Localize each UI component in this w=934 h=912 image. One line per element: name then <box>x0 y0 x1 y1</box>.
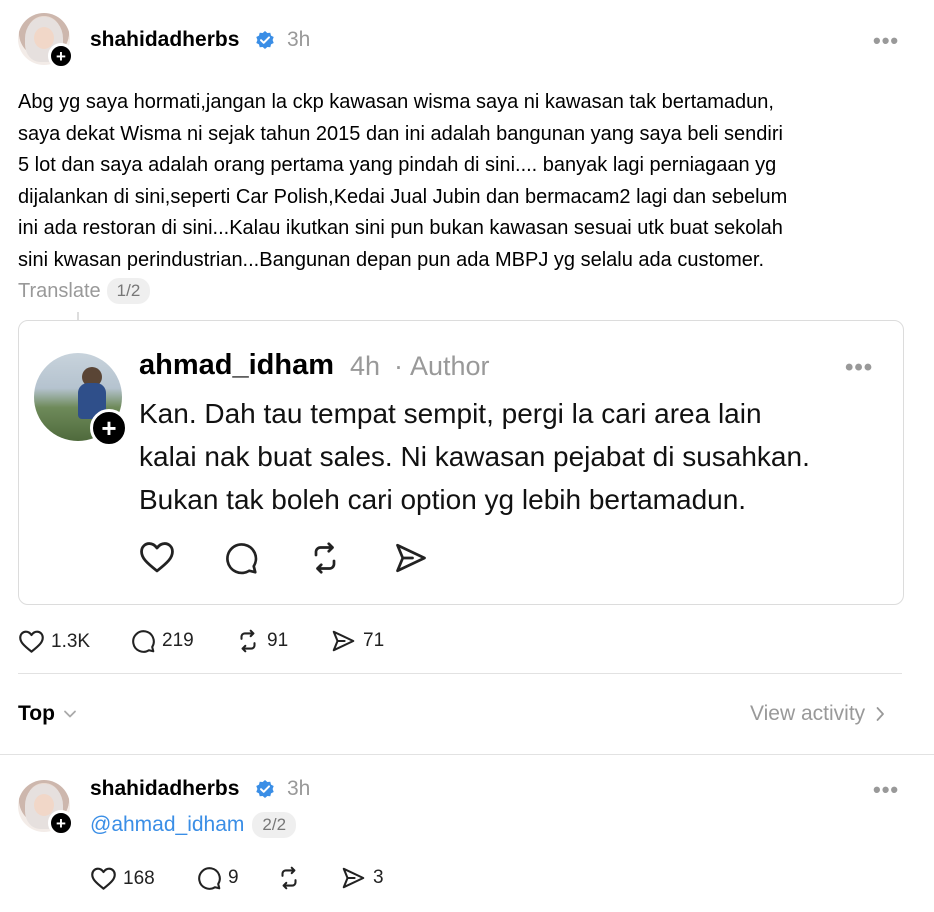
thread-page-indicator: 2/2 <box>252 812 297 838</box>
sort-label: Top <box>18 702 55 725</box>
share-button[interactable]: 71 <box>330 628 384 654</box>
reply-button[interactable]: 9 <box>196 865 239 891</box>
verified-badge-icon <box>256 780 274 798</box>
quoted-line: kalai nak buat sales. Ni kawasan pejabat… <box>139 441 810 472</box>
quoted-separator: · <box>394 351 403 381</box>
share-icon <box>332 630 355 652</box>
view-activity-link[interactable]: View activity <box>750 702 885 726</box>
post-text: Abg yg saya hormati,jangan la ckp kawasa… <box>18 87 918 276</box>
reply-button[interactable]: 219 <box>130 628 194 654</box>
post-line: 5 lot dan saya adalah orang pertama yang… <box>18 154 777 176</box>
post-line: ini ada restoran di sini...Kalau ikutkan… <box>18 217 783 239</box>
avatar[interactable]: + <box>18 780 74 836</box>
username[interactable]: shahidadherbs <box>90 28 239 52</box>
more-options-icon[interactable]: ••• <box>845 354 873 382</box>
repost-button[interactable]: 91 <box>235 628 288 654</box>
like-count: 168 <box>123 867 155 889</box>
comment-icon[interactable] <box>223 540 259 576</box>
thread-page-indicator: 1/2 <box>106 278 151 304</box>
quoted-username[interactable]: ahmad_idham <box>139 349 334 382</box>
like-button[interactable]: 1.3K <box>18 629 90 654</box>
repost-icon <box>281 866 297 890</box>
reply-count: 219 <box>162 630 194 651</box>
heart-icon <box>91 867 116 890</box>
comment-icon <box>198 867 221 890</box>
reply-username[interactable]: shahidadherbs <box>90 777 239 801</box>
follow-plus-icon[interactable]: + <box>48 810 74 836</box>
avatar[interactable]: + <box>18 13 74 69</box>
more-options-icon[interactable]: ••• <box>873 777 899 803</box>
like-button[interactable]: 168 <box>90 866 155 891</box>
quoted-line: Bukan tak boleh cari option yg lebih ber… <box>139 484 747 515</box>
author-label: Author <box>410 351 490 381</box>
repost-icon[interactable] <box>307 540 343 576</box>
post-line: saya dekat Wisma ni sejak tahun 2015 dan… <box>18 122 783 145</box>
post-time: 3h <box>287 28 311 51</box>
mention-link[interactable]: @ahmad_idham <box>90 813 244 837</box>
heart-icon <box>19 630 44 653</box>
repost-count: 91 <box>267 630 289 651</box>
repost-button[interactable] <box>276 865 302 891</box>
follow-plus-icon[interactable]: + <box>48 43 74 69</box>
reply-count: 9 <box>228 867 239 888</box>
chevron-right-icon <box>876 707 885 721</box>
share-button[interactable]: 3 <box>340 865 384 891</box>
post-line: dijalankan di sini,seperti Car Polish,Ke… <box>18 185 788 208</box>
chevron-down-icon <box>64 710 76 718</box>
post-line: sini kwasan perindustrian...Bangunan dep… <box>18 248 765 271</box>
repost-icon <box>240 629 256 653</box>
share-count: 71 <box>363 630 385 651</box>
quoted-post-card[interactable]: + ahmad_idham 4h · Author ••• Kan. Dah t… <box>18 320 904 605</box>
quoted-line: Kan. Dah tau tempat sempit, pergi la car… <box>139 398 762 429</box>
sort-dropdown[interactable]: Top <box>18 702 77 726</box>
like-count: 1.3K <box>51 630 91 652</box>
quoted-time: 4h <box>350 351 381 381</box>
view-activity-label: View activity <box>750 702 866 725</box>
comment-icon <box>132 630 155 653</box>
quoted-avatar[interactable]: + <box>34 353 128 447</box>
more-options-icon[interactable]: ••• <box>873 28 899 54</box>
heart-icon[interactable] <box>138 540 176 574</box>
share-count: 3 <box>373 867 384 888</box>
share-icon <box>342 867 365 889</box>
reply-time: 3h <box>287 777 311 800</box>
share-icon[interactable] <box>392 540 430 576</box>
translate-link[interactable]: Translate <box>18 280 101 303</box>
divider <box>0 754 934 755</box>
follow-plus-icon[interactable]: + <box>90 409 128 447</box>
verified-badge-icon <box>256 31 274 49</box>
divider <box>18 673 902 674</box>
quoted-text: Kan. Dah tau tempat sempit, pergi la car… <box>139 392 879 521</box>
post-line: Abg yg saya hormati,jangan la ckp kawasa… <box>18 91 774 113</box>
